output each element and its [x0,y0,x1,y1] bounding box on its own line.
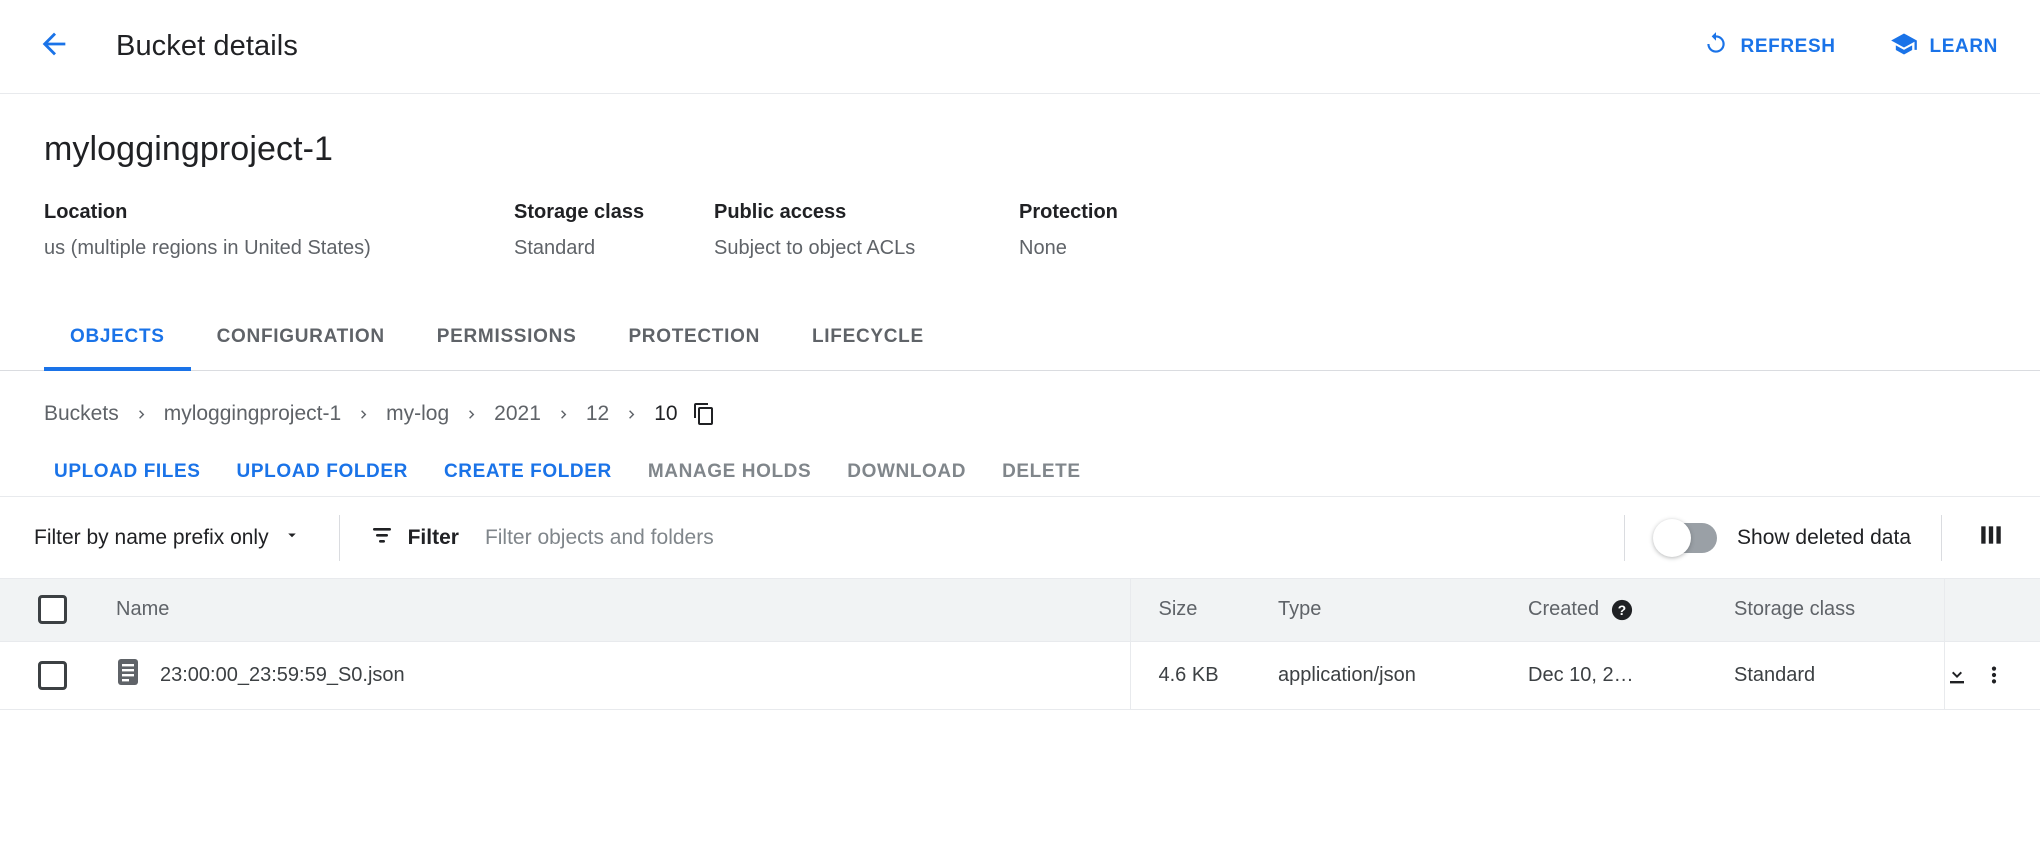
tab-configuration[interactable]: CONFIGURATION [191,304,411,370]
column-header-operations [1944,579,2040,641]
file-name-wrap: 23:00:00_23:59:59_S0.json [116,658,1130,692]
objects-table-head: Name Size Type Created ? Storage class [0,579,2040,641]
back-button[interactable] [28,21,80,73]
filter-button[interactable]: Filter [370,523,459,553]
toggle-track [1655,523,1717,553]
column-settings-icon [1978,522,2004,553]
graduation-cap-icon [1890,30,1918,64]
manage-holds-button: MANAGE HOLDS [630,451,829,493]
select-all-header [0,579,116,641]
chevron-right-icon [133,406,150,423]
object-actions-bar: UPLOAD FILES UPLOAD FOLDER CREATE FOLDER… [0,429,2040,497]
row-type-cell: application/json [1278,641,1528,709]
breadcrumb-item-12[interactable]: 12 [586,402,609,426]
breadcrumb-item-2021[interactable]: 2021 [494,402,541,426]
create-folder-button[interactable]: CREATE FOLDER [426,451,630,493]
created-header-wrap: Created ? [1528,598,1734,621]
learn-label: LEARN [1930,36,1998,58]
show-deleted-data-toggle[interactable]: Show deleted data [1655,523,1911,553]
tab-protection[interactable]: PROTECTION [602,304,786,370]
copy-path-icon[interactable] [692,402,716,426]
upload-folder-button[interactable]: UPLOAD FOLDER [219,451,426,493]
help-icon[interactable]: ? [1611,599,1633,621]
bucket-meta-grid: Location Storage class Public access Pro… [44,201,1996,260]
delete-button: DELETE [984,451,1099,493]
bucket-tabs: OBJECTS CONFIGURATION PERMISSIONS PROTEC… [0,304,2040,371]
filter-mode-dropdown[interactable]: Filter by name prefix only [34,526,309,550]
filter-mode-label: Filter by name prefix only [34,526,269,550]
chevron-right-icon [555,406,572,423]
columns-left-divider [1941,515,1942,561]
learn-button[interactable]: LEARN [1876,22,2012,72]
tab-lifecycle[interactable]: LIFECYCLE [786,304,950,370]
row-operations-wrap [1945,663,2040,687]
chevron-right-icon [463,406,480,423]
bucket-summary: myloggingproject-1 Location Storage clas… [0,94,2040,260]
row-select-cell [0,641,116,709]
show-deleted-data-label: Show deleted data [1737,526,1911,550]
meta-value-storage-class: Standard [514,237,714,260]
created-header-label: Created [1528,598,1599,621]
tab-objects[interactable]: OBJECTS [44,304,191,370]
tab-permissions[interactable]: PERMISSIONS [411,304,603,370]
table-row[interactable]: 23:00:00_23:59:59_S0.json 4.6 KB applica… [0,641,2040,709]
file-name-link[interactable]: 23:00:00_23:59:59_S0.json [160,664,405,687]
refresh-button[interactable]: REFRESH [1689,23,1850,71]
download-button: DOWNLOAD [829,451,984,493]
row-checkbox[interactable] [38,661,67,690]
column-header-created[interactable]: Created ? [1528,579,1734,641]
chevron-right-icon [355,406,372,423]
table-header-row: Name Size Type Created ? Storage class [0,579,2040,641]
meta-label-location: Location [44,201,514,224]
meta-label-storage-class: Storage class [514,201,714,224]
row-created-cell: Dec 10, 2… [1528,641,1734,709]
column-header-size[interactable]: Size [1130,579,1278,641]
app-bar: Bucket details REFRESH LEARN [0,0,2040,94]
breadcrumb-item-my-log[interactable]: my-log [386,402,449,426]
chevron-right-icon [623,406,640,423]
objects-table: Name Size Type Created ? Storage class [0,579,2040,710]
select-all-checkbox[interactable] [38,595,67,624]
column-settings-button[interactable] [1972,516,2010,559]
breadcrumb: Buckets myloggingproject-1 my-log 2021 1… [0,371,2040,429]
column-header-storage-class[interactable]: Storage class [1734,579,1944,641]
toggle-knob [1653,519,1691,557]
objects-table-body: 23:00:00_23:59:59_S0.json 4.6 KB applica… [0,641,2040,709]
svg-text:?: ? [1618,603,1626,618]
breadcrumb-item-10: 10 [654,402,677,426]
arrow-back-icon [37,27,71,66]
meta-label-public-access: Public access [714,201,1019,224]
filter-bar: Filter by name prefix only Filter Show d… [0,497,2040,579]
meta-value-location: us (multiple regions in United States) [44,237,514,260]
refresh-label: REFRESH [1741,36,1836,58]
more-vert-icon[interactable] [1983,663,2005,687]
page-title: Bucket details [116,30,298,63]
filter-label: Filter [408,526,459,550]
bucket-name: myloggingproject-1 [44,130,1996,169]
meta-label-protection: Protection [1019,201,1359,224]
column-header-type[interactable]: Type [1278,579,1528,641]
row-name-cell: 23:00:00_23:59:59_S0.json [116,641,1130,709]
breadcrumb-item-buckets[interactable]: Buckets [44,402,119,426]
refresh-icon [1703,31,1729,63]
upload-files-button[interactable]: UPLOAD FILES [36,451,219,493]
row-operations-cell [1944,641,2040,709]
chevron-down-icon [283,526,301,550]
column-header-name[interactable]: Name [116,579,1130,641]
toggle-left-divider [1624,515,1625,561]
json-file-icon [116,658,140,692]
meta-value-protection: None [1019,237,1359,260]
row-storage-class-cell: Standard [1734,641,1944,709]
filter-divider [339,515,340,561]
filter-input[interactable] [485,526,1125,550]
meta-value-public-access: Subject to object ACLs [714,237,1019,260]
download-icon[interactable] [1945,663,1969,687]
row-size-cell: 4.6 KB [1130,641,1278,709]
breadcrumb-item-bucket[interactable]: myloggingproject-1 [164,402,341,426]
filter-lines-icon [370,523,394,553]
